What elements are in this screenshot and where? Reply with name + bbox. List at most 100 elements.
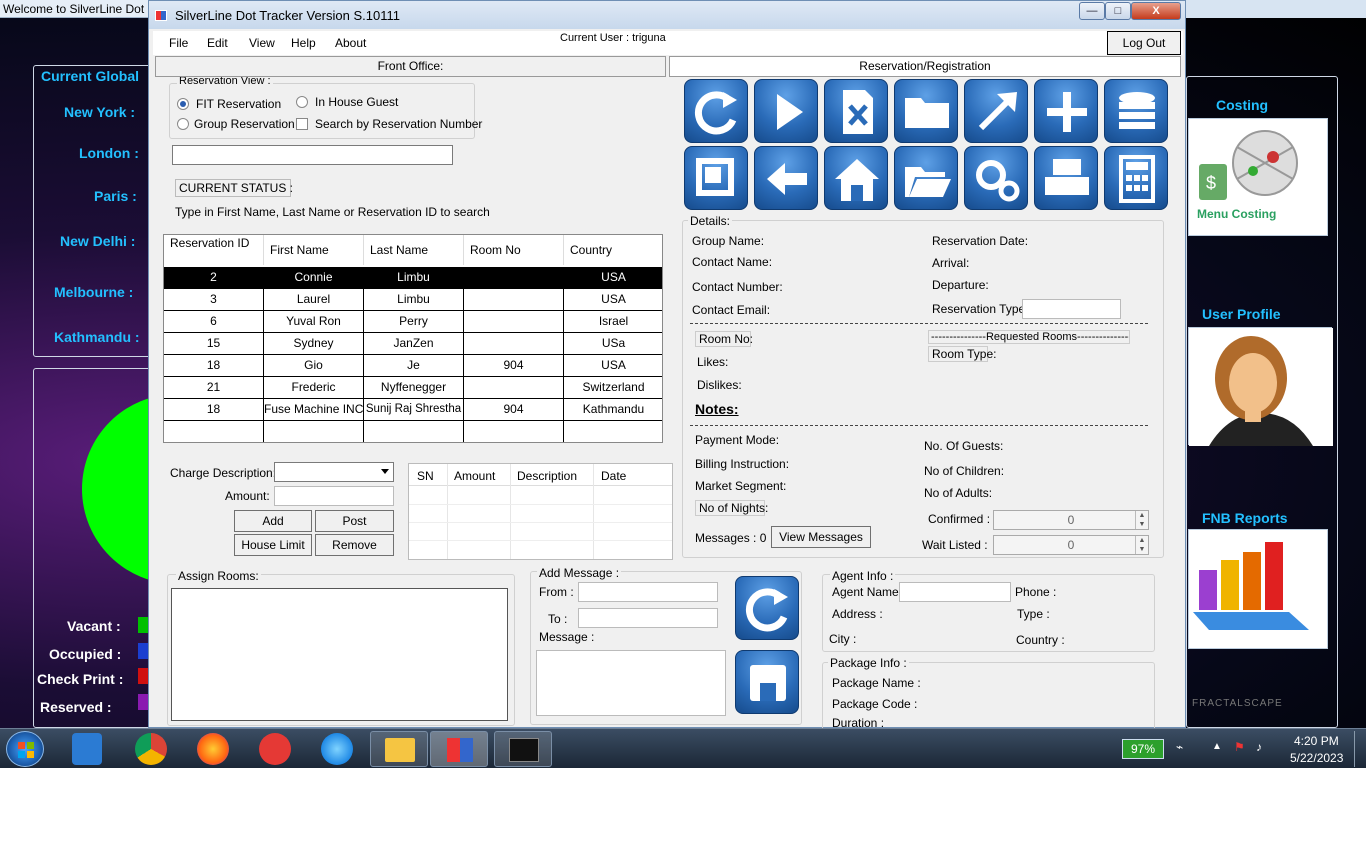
fit-reservation-label[interactable]: FIT Reservation: [196, 97, 281, 111]
charges-table[interactable]: SN Amount Description Date: [408, 463, 673, 560]
menu-costing-tile[interactable]: $ Menu Costing: [1188, 118, 1328, 236]
group-reservation-radio[interactable]: [177, 118, 189, 130]
window-button[interactable]: [684, 146, 748, 210]
excel-button[interactable]: [824, 79, 888, 143]
folder-button[interactable]: [894, 79, 958, 143]
agent-name-input[interactable]: [899, 582, 1011, 602]
home-button[interactable]: [824, 146, 888, 210]
menu-costing-caption: Menu Costing: [1197, 207, 1277, 221]
messages-count-label: Messages : 0: [695, 531, 767, 545]
calculator-button[interactable]: [1104, 146, 1168, 210]
cloud-app-icon[interactable]: [259, 733, 291, 765]
charge-description-select[interactable]: [274, 462, 394, 482]
search-by-number-checkbox[interactable]: [296, 118, 308, 130]
print-button[interactable]: [1034, 146, 1098, 210]
menu-view[interactable]: View: [249, 36, 275, 50]
remove-charge-button[interactable]: Remove: [315, 534, 394, 556]
column-header-first-name[interactable]: First Name: [264, 235, 364, 265]
minimize-button[interactable]: —: [1079, 2, 1105, 20]
fnb-reports-tile[interactable]: [1188, 529, 1328, 649]
open-folder-button[interactable]: [894, 146, 958, 210]
add-charge-button[interactable]: Add: [234, 510, 312, 532]
add-button[interactable]: [1034, 79, 1098, 143]
close-button[interactable]: X: [1131, 2, 1181, 20]
reservation-type-input[interactable]: [1022, 299, 1121, 319]
background-window-title[interactable]: Welcome to SilverLine Dot: [0, 0, 150, 18]
table-row[interactable]: 3 Laurel Limbu USA: [164, 289, 662, 311]
column-header-description[interactable]: Description: [517, 469, 577, 483]
table-row[interactable]: 18 Gio Je 904 USA: [164, 355, 662, 377]
table-cell: 904: [464, 355, 564, 377]
table-row[interactable]: 15 Sydney JanZen USa: [164, 333, 662, 355]
file-explorer-taskbar-button[interactable]: [370, 731, 428, 767]
silverline-taskbar-button[interactable]: [430, 731, 488, 767]
arrow-button[interactable]: [964, 79, 1028, 143]
power-icon[interactable]: ⌁: [1176, 740, 1183, 754]
clock-date[interactable]: 5/22/2023: [1290, 751, 1343, 765]
user-profile-tile[interactable]: [1188, 327, 1333, 446]
table-row[interactable]: 18 Fuse Machine INC Sunij Raj Shrestha 9…: [164, 399, 662, 421]
window-titlebar[interactable]: SilverLine Dot Tracker Version S.10111 —…: [149, 1, 1185, 29]
message-textarea[interactable]: [536, 650, 726, 716]
maximize-button[interactable]: □: [1105, 2, 1131, 20]
search-by-number-label[interactable]: Search by Reservation Number: [315, 117, 482, 131]
confirmed-stepper[interactable]: 0 ▲ ▼: [993, 510, 1149, 530]
table-row[interactable]: [164, 421, 662, 442]
assign-rooms-list[interactable]: [171, 588, 508, 721]
in-house-guest-label[interactable]: In House Guest: [315, 95, 398, 109]
firefox-icon[interactable]: [197, 733, 229, 765]
database-button[interactable]: [1104, 79, 1168, 143]
house-limit-button[interactable]: House Limit: [234, 534, 312, 556]
menu-file[interactable]: File: [169, 36, 188, 50]
fit-reservation-radio[interactable]: [177, 98, 189, 110]
stepper-arrows-icon[interactable]: ▲ ▼: [1135, 511, 1148, 529]
refresh-button[interactable]: [684, 79, 748, 143]
back-button[interactable]: [754, 146, 818, 210]
volume-icon[interactable]: ♪: [1256, 740, 1262, 754]
network-icon[interactable]: ⚑: [1234, 740, 1245, 754]
save-message-button[interactable]: [735, 650, 799, 714]
start-button[interactable]: [6, 731, 44, 767]
mysql-taskbar-button[interactable]: [494, 731, 552, 767]
column-header-date[interactable]: Date: [601, 469, 626, 483]
column-header-amount[interactable]: Amount: [454, 469, 495, 483]
menu-help[interactable]: Help: [291, 36, 316, 50]
table-row[interactable]: 21 Frederic Nyffenegger Switzerland: [164, 377, 662, 399]
tab-front-office[interactable]: Front Office:: [155, 56, 666, 77]
column-header-country[interactable]: Country: [564, 235, 662, 265]
table-row[interactable]: 2 Connie Limbu USA: [164, 267, 662, 289]
chrome-icon[interactable]: [135, 733, 167, 765]
column-header-room-no[interactable]: Room No: [464, 235, 564, 265]
column-header-last-name[interactable]: Last Name: [364, 235, 464, 265]
wait-listed-stepper[interactable]: 0 ▲ ▼: [993, 535, 1149, 555]
show-desktop-button[interactable]: [1354, 731, 1364, 767]
battery-indicator[interactable]: 97%: [1122, 739, 1164, 759]
column-header-reservation-id[interactable]: Reservation ID: [164, 235, 264, 265]
show-hidden-icons[interactable]: ▲: [1212, 741, 1222, 752]
stepper-arrows-icon[interactable]: ▲ ▼: [1135, 536, 1148, 554]
refresh-message-button[interactable]: [735, 576, 799, 640]
table-cell: Laurel: [264, 289, 364, 311]
search-input[interactable]: [172, 145, 453, 165]
menu-about[interactable]: About: [335, 36, 366, 50]
table-cell: [464, 333, 564, 355]
menu-edit[interactable]: Edit: [207, 36, 228, 50]
post-charge-button[interactable]: Post: [315, 510, 394, 532]
from-label: From :: [539, 585, 574, 599]
table-row[interactable]: 6 Yuval Ron Perry Israel: [164, 311, 662, 333]
to-input[interactable]: [578, 608, 718, 628]
reservation-grid[interactable]: Reservation ID First Name Last Name Room…: [163, 234, 663, 443]
play-button[interactable]: [754, 79, 818, 143]
amount-input[interactable]: [274, 486, 394, 506]
from-input[interactable]: [578, 582, 718, 602]
in-house-guest-radio[interactable]: [296, 96, 308, 108]
settings-button[interactable]: [964, 146, 1028, 210]
group-reservation-label[interactable]: Group Reservation: [194, 117, 295, 131]
tab-reservation-registration[interactable]: Reservation/Registration: [669, 56, 1181, 77]
column-header-sn[interactable]: SN: [417, 469, 434, 483]
internet-explorer-icon[interactable]: [321, 733, 353, 765]
logout-button[interactable]: Log Out: [1107, 31, 1181, 55]
view-messages-button[interactable]: View Messages: [771, 526, 871, 548]
clock-time[interactable]: 4:20 PM: [1294, 734, 1339, 748]
media-player-icon[interactable]: [72, 733, 102, 765]
